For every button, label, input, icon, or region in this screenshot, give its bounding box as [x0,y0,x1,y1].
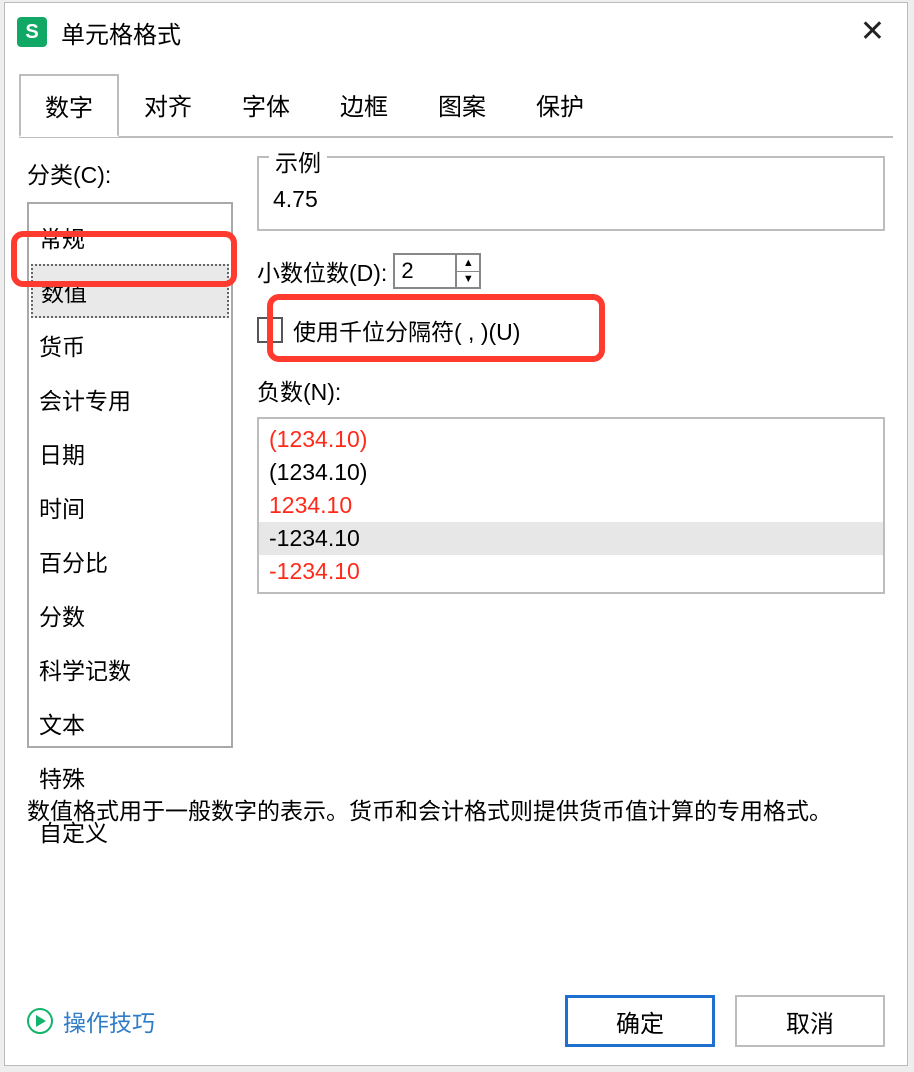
decimal-places-row: 小数位数(D): ▲ ▼ [257,253,885,289]
tab-bar: 数字 对齐 字体 边框 图案 保护 [19,73,893,138]
ok-button[interactable]: 确定 [565,995,715,1047]
example-value: 4.75 [273,186,869,213]
thousand-separator-checkbox[interactable] [257,317,283,343]
dialog-body: 分类(C): 常规 数值 货币 会计专用 日期 时间 百分比 分数 科学记数 文… [5,138,907,748]
negative-label: 负数(N): [257,373,885,407]
category-item-date[interactable]: 日期 [29,426,231,480]
play-icon [27,1008,53,1034]
tab-align[interactable]: 对齐 [119,74,217,137]
category-item-percent[interactable]: 百分比 [29,534,231,588]
decimal-places-spinner[interactable]: ▲ ▼ [393,253,481,289]
category-item-text[interactable]: 文本 [29,696,231,750]
category-item-currency[interactable]: 货币 [29,318,231,372]
title-bar: S 单元格格式 ✕ [5,3,907,61]
close-icon[interactable]: ✕ [850,13,895,51]
negative-option[interactable]: (1234.10) [259,456,883,489]
category-column: 分类(C): 常规 数值 货币 会计专用 日期 时间 百分比 分数 科学记数 文… [27,156,233,748]
example-legend: 示例 [269,144,327,178]
category-item-scientific[interactable]: 科学记数 [29,642,231,696]
category-item-general[interactable]: 常规 [29,210,231,264]
negative-option[interactable]: -1234.10 [259,555,883,588]
example-box: 示例 4.75 [257,156,885,231]
negative-option[interactable]: (1234.10) [259,423,883,456]
format-description: 数值格式用于一般数字的表示。货币和会计格式则提供货币值计算的专用格式。 [5,794,907,829]
decimal-places-label: 小数位数(D): [257,254,387,288]
tab-protect[interactable]: 保护 [511,74,609,137]
app-icon: S [17,17,47,47]
negative-option[interactable]: -1234.10 [259,522,883,555]
tab-pattern[interactable]: 图案 [413,74,511,137]
dialog-title: 单元格格式 [61,15,181,50]
cell-format-dialog: S 单元格格式 ✕ 数字 对齐 字体 边框 图案 保护 分类(C): 常规 数值… [4,2,908,1066]
tab-number[interactable]: 数字 [19,74,119,137]
tips-link[interactable]: 操作技巧 [27,1004,155,1038]
category-list[interactable]: 常规 数值 货币 会计专用 日期 时间 百分比 分数 科学记数 文本 特殊 自定… [27,202,233,748]
spinner-arrows: ▲ ▼ [455,255,479,287]
category-item-number[interactable]: 数值 [31,264,229,318]
dialog-footer: 操作技巧 确定 取消 [5,995,907,1047]
negative-option[interactable]: 1234.10 [259,489,883,522]
category-item-time[interactable]: 时间 [29,480,231,534]
category-item-accounting[interactable]: 会计专用 [29,372,231,426]
settings-column: 示例 4.75 小数位数(D): ▲ ▼ 使用千位分隔符( , )(U) 负数(… [257,156,885,748]
cancel-button[interactable]: 取消 [735,995,885,1047]
spinner-up-icon[interactable]: ▲ [457,255,479,272]
spinner-down-icon[interactable]: ▼ [457,272,479,288]
tips-label: 操作技巧 [63,1004,155,1038]
thousand-separator-label: 使用千位分隔符( , )(U) [293,313,520,347]
category-item-fraction[interactable]: 分数 [29,588,231,642]
decimal-places-input[interactable] [395,255,455,287]
dialog-buttons: 确定 取消 [565,995,885,1047]
tab-font[interactable]: 字体 [217,74,315,137]
category-label: 分类(C): [27,156,233,190]
thousand-separator-row[interactable]: 使用千位分隔符( , )(U) [257,313,885,347]
negative-list[interactable]: (1234.10) (1234.10) 1234.10 -1234.10 -12… [257,417,885,594]
tab-border[interactable]: 边框 [315,74,413,137]
